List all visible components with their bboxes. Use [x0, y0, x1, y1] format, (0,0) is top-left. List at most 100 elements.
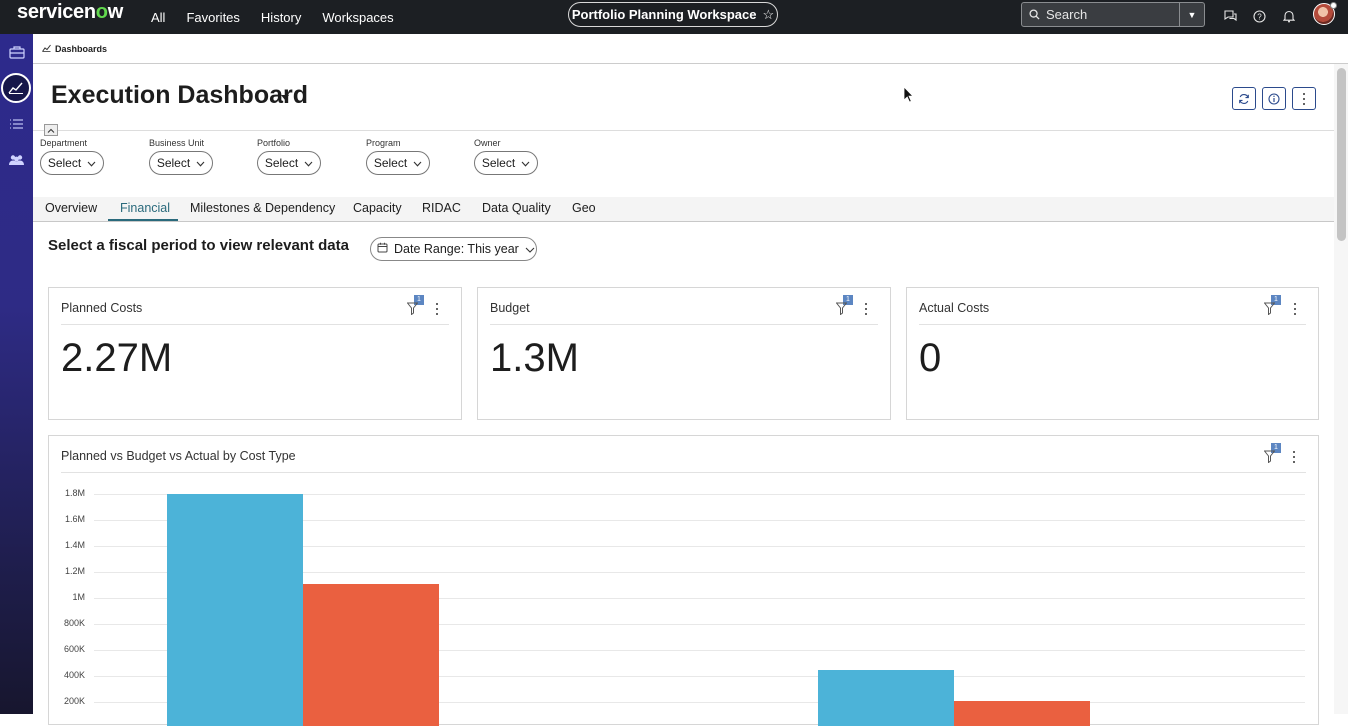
card-title: Actual Costs: [919, 301, 989, 315]
search-scope-dropdown[interactable]: ▼: [1179, 3, 1204, 26]
y-axis-tick-label: 200K: [45, 696, 85, 706]
page-title: Execution Dashboard: [51, 81, 308, 110]
card-more-icon[interactable]: [1293, 303, 1297, 315]
program-select[interactable]: Select: [366, 151, 430, 175]
chart-bar[interactable]: [954, 701, 1090, 726]
breadcrumb-dashboards[interactable]: Dashboards: [55, 44, 107, 54]
star-icon[interactable]: ☆: [763, 7, 775, 23]
chart-card-cost-type: Planned vs Budget vs Actual by Cost Type…: [48, 435, 1319, 725]
dashboard-tabs: Overview Financial Milestones & Dependen…: [33, 197, 1334, 222]
list-icon[interactable]: [0, 109, 33, 139]
owner-select[interactable]: Select: [474, 151, 538, 175]
more-options-button[interactable]: [1292, 87, 1316, 110]
filter-business-unit: Business Unit Select: [149, 138, 213, 175]
chart-bar[interactable]: [303, 584, 439, 726]
nav-workspaces[interactable]: Workspaces: [322, 10, 393, 25]
collapse-filters-chevron-up-icon[interactable]: [44, 124, 58, 136]
help-icon[interactable]: ?: [1251, 8, 1267, 24]
chevron-down-icon: [304, 156, 313, 170]
kpi-value: 2.27M: [61, 336, 172, 381]
breadcrumb-chart-icon: [42, 44, 51, 54]
info-button[interactable]: [1262, 87, 1286, 110]
chart-bar[interactable]: [167, 494, 303, 726]
chevron-down-icon: [196, 156, 205, 170]
y-axis-tick-label: 400K: [45, 670, 85, 680]
nav-all[interactable]: All: [151, 10, 165, 25]
nav-favorites[interactable]: Favorites: [186, 10, 239, 25]
chart-bar[interactable]: [818, 670, 954, 726]
tab-milestones-dependency[interactable]: Milestones & Dependency: [190, 201, 335, 215]
filter-label: Owner: [474, 138, 538, 148]
tab-data-quality[interactable]: Data Quality: [482, 201, 551, 215]
filter-label: Business Unit: [149, 138, 213, 148]
select-value: Select: [374, 156, 407, 170]
servicenow-logo[interactable]: servicenow: [17, 1, 123, 24]
department-select[interactable]: Select: [40, 151, 104, 175]
filter-icon[interactable]: [407, 302, 419, 316]
bar-chart: 1.8M1.6M1.4M1.2M1M800K600K400K200K: [49, 436, 1320, 726]
chevron-down-icon: [521, 156, 530, 170]
svg-text:?: ?: [1257, 12, 1262, 21]
dashboards-chart-icon[interactable]: [1, 73, 31, 103]
select-value: Select: [48, 156, 81, 170]
portfolio-select[interactable]: Select: [257, 151, 321, 175]
filter-owner: Owner Select: [474, 138, 538, 175]
fiscal-period-prompt: Select a fiscal period to view relevant …: [48, 237, 349, 254]
card-title: Budget: [490, 301, 530, 315]
notifications-bell-icon[interactable]: [1281, 8, 1297, 24]
search-icon: [1022, 9, 1046, 20]
filter-icon[interactable]: [1264, 302, 1276, 316]
y-axis-tick-label: 1.4M: [45, 540, 85, 550]
y-axis-tick-label: 1.2M: [45, 566, 85, 576]
chat-icon[interactable]: [1222, 8, 1238, 24]
select-value: Select: [265, 156, 298, 170]
title-dropdown-caret-icon[interactable]: [281, 95, 289, 100]
filter-label: Portfolio: [257, 138, 321, 148]
card-divider: [490, 324, 878, 325]
left-navigation-rail: [0, 34, 33, 714]
chevron-down-icon: [87, 156, 96, 170]
select-value: Select: [482, 156, 515, 170]
tab-overview[interactable]: Overview: [45, 201, 97, 215]
header-divider: [33, 130, 1334, 131]
card-divider: [61, 324, 449, 325]
filter-icon[interactable]: [836, 302, 848, 316]
card-divider: [919, 324, 1306, 325]
select-value: Select: [157, 156, 190, 170]
date-range-value: Date Range: This year: [394, 242, 519, 256]
workspace-pill[interactable]: Portfolio Planning Workspace ☆: [568, 2, 778, 27]
y-axis-tick-label: 600K: [45, 644, 85, 654]
card-more-icon[interactable]: [435, 303, 439, 315]
kpi-value: 1.3M: [490, 336, 579, 381]
y-axis-tick-label: 1.8M: [45, 488, 85, 498]
kpi-card-budget: Budget 1 1.3M: [477, 287, 891, 420]
global-search[interactable]: Search ▼: [1021, 2, 1205, 27]
breadcrumb: Dashboards: [33, 34, 1348, 64]
tab-financial[interactable]: Financial: [120, 201, 170, 215]
date-range-select[interactable]: Date Range: This year: [370, 237, 537, 261]
card-more-icon[interactable]: [864, 303, 868, 315]
info-icon: [1268, 93, 1280, 105]
page-scrollbar-thumb[interactable]: [1337, 68, 1346, 241]
tab-capacity[interactable]: Capacity: [353, 201, 402, 215]
calendar-icon: [377, 242, 388, 256]
kpi-value: 0: [919, 336, 941, 381]
workspace-name: Portfolio Planning Workspace: [572, 7, 757, 22]
nav-links: All Favorites History Workspaces: [151, 0, 415, 34]
kpi-card-planned-costs: Planned Costs 1 2.27M: [48, 287, 462, 420]
business-unit-select[interactable]: Select: [149, 151, 213, 175]
briefcase-icon[interactable]: [0, 37, 33, 67]
chevron-down-icon: [525, 242, 535, 256]
tab-ridac[interactable]: RIDAC: [422, 201, 461, 215]
nav-history[interactable]: History: [261, 10, 301, 25]
team-icon[interactable]: [0, 145, 33, 175]
top-navigation-bar: servicenow All Favorites History Workspa…: [0, 0, 1348, 34]
tab-geo[interactable]: Geo: [572, 201, 596, 215]
search-input[interactable]: Search: [1046, 7, 1179, 22]
refresh-icon: [1238, 93, 1250, 105]
avatar-status-dot: [1330, 2, 1337, 9]
y-axis-tick-label: 1.6M: [45, 514, 85, 524]
filter-program: Program Select: [366, 138, 430, 175]
filter-portfolio: Portfolio Select: [257, 138, 321, 175]
refresh-button[interactable]: [1232, 87, 1256, 110]
